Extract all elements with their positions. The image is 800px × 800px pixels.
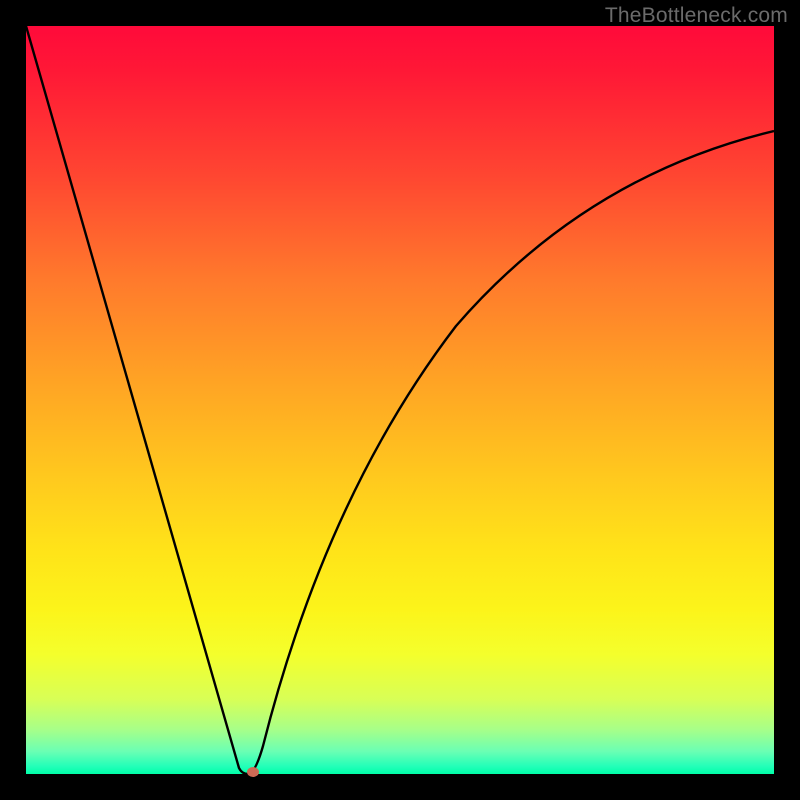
bottleneck-curve — [26, 26, 774, 774]
attribution-text: TheBottleneck.com — [605, 4, 788, 28]
plot-area — [26, 26, 774, 774]
chart-frame: TheBottleneck.com — [0, 0, 800, 800]
curve-left-branch — [26, 26, 248, 774]
curve-right-branch — [248, 131, 774, 774]
vertex-marker — [247, 767, 259, 777]
